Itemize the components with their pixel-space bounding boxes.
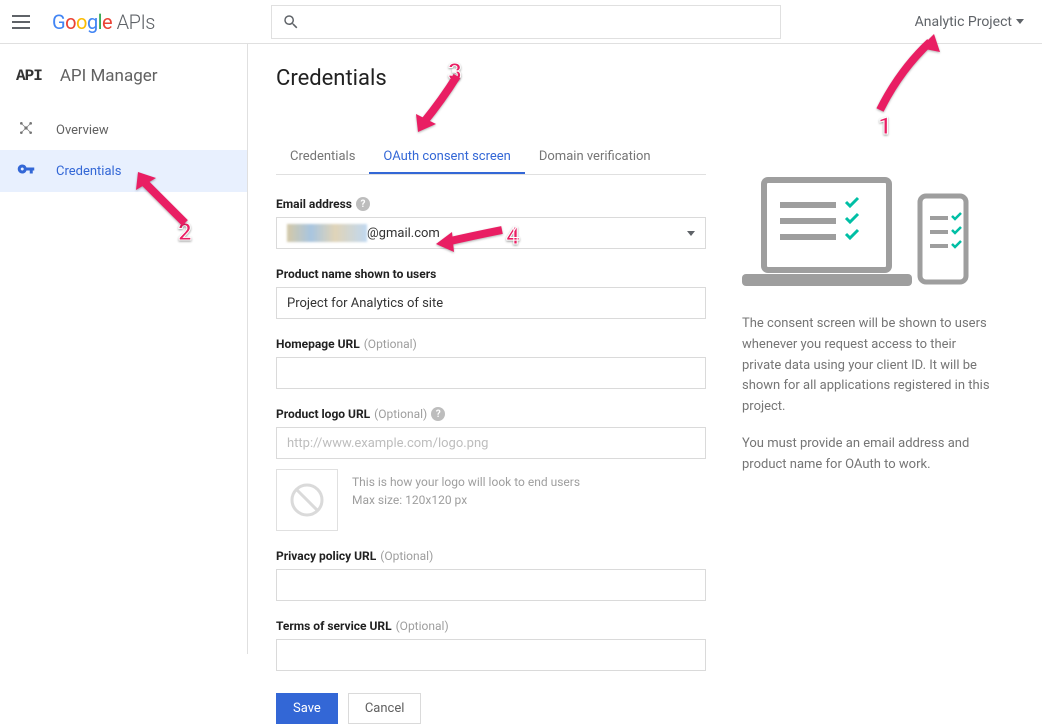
annotation-number-2: 2 [178,218,192,246]
chevron-down-icon [1016,19,1024,24]
key-icon [16,160,36,182]
tos-url-input[interactable] [276,639,706,671]
redacted-email-prefix [287,224,367,242]
tos-url-label: Terms of service URL (Optional) [276,619,706,633]
top-bar: Google APIs Analytic Project [0,0,1042,44]
save-button[interactable]: Save [276,693,338,724]
project-selector[interactable]: Analytic Project [915,14,1030,30]
chevron-down-icon [687,231,695,236]
product-name-label: Product name shown to users [276,267,706,281]
google-apis-logo: Google APIs [52,10,155,34]
tabs: Credentials OAuth consent screen Domain … [276,141,706,175]
consent-description-2: You must provide an email address and pr… [742,434,998,476]
annotation-number-1: 1 [878,112,892,140]
privacy-url-input[interactable] [276,569,706,601]
tab-credentials[interactable]: Credentials [276,141,369,174]
project-name: Analytic Project [915,14,1012,30]
api-logo-icon: API [16,67,42,85]
logo-url-input[interactable] [276,427,706,459]
help-icon[interactable]: ? [356,197,370,211]
main-content: Credentials Credentials OAuth consent sc… [248,44,1042,654]
tab-domain-verification[interactable]: Domain verification [525,141,665,174]
sidebar-item-label: Credentials [56,164,121,179]
logo-url-label: Product logo URL (Optional) ? [276,407,706,421]
consent-illustration [742,174,998,294]
button-row: Save Cancel [276,693,706,724]
search-icon [282,13,300,31]
tab-oauth-consent[interactable]: OAuth consent screen [369,141,524,174]
email-label: Email address ? [276,197,706,211]
logo-preview: This is how your logo will look to end u… [276,469,706,531]
email-select[interactable]: @gmail.com [276,217,706,249]
sidebar: API API Manager Overview Credentials [0,44,248,654]
logo-suffix: APIs [117,10,155,34]
product-name-input[interactable] [276,287,706,319]
search-input[interactable] [271,5,781,39]
sidebar-header: API API Manager [0,52,247,110]
hamburger-menu-icon[interactable] [12,10,36,34]
homepage-url-input[interactable] [276,357,706,389]
help-icon[interactable]: ? [431,407,445,421]
page-title: Credentials [276,66,706,91]
annotation-number-3: 3 [448,58,462,86]
annotation-number-4: 4 [506,222,520,250]
sidebar-title: API Manager [60,66,158,86]
logo-placeholder-icon [276,469,338,531]
sidebar-item-credentials[interactable]: Credentials [0,150,247,192]
sidebar-item-overview[interactable]: Overview [0,110,247,150]
sidebar-item-label: Overview [56,123,109,138]
logo-hint-text: This is how your logo will look to end u… [352,469,580,531]
homepage-url-label: Homepage URL (Optional) [276,337,706,351]
privacy-url-label: Privacy policy URL (Optional) [276,549,706,563]
overview-icon [16,120,36,140]
email-suffix: @gmail.com [367,226,440,241]
search-container [271,5,781,39]
cancel-button[interactable]: Cancel [348,693,422,724]
consent-description-1: The consent screen will be shown to user… [742,314,998,418]
